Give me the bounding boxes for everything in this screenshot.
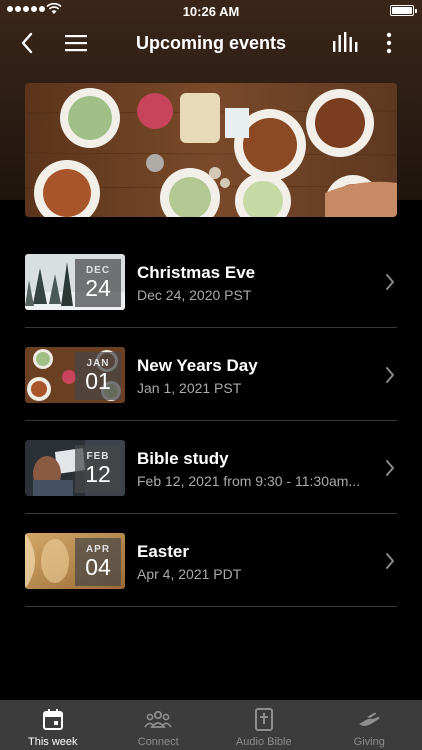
- battery-icon: [390, 5, 417, 16]
- event-thumbnail: FEB 12: [25, 440, 125, 496]
- more-vertical-icon[interactable]: [384, 31, 394, 55]
- date-badge: APR 04: [75, 538, 121, 586]
- date-badge: DEC 24: [75, 259, 121, 307]
- event-date: Dec 24, 2020 PST: [137, 287, 252, 303]
- navigation-bar: Upcoming events: [0, 22, 422, 64]
- event-thumbnail: APR 04: [25, 533, 125, 589]
- date-badge: JAN 01: [75, 352, 121, 400]
- tab-label: This week: [27, 736, 78, 748]
- tab-bar: This week Connect Audio Bible Giving: [0, 700, 422, 750]
- giving-hand-icon: [359, 712, 380, 726]
- tab-audio-bible[interactable]: Audio Bible: [211, 700, 317, 750]
- event-row-easter[interactable]: APR 04 Easter Apr 4, 2021 PDT: [25, 514, 397, 607]
- event-date: Jan 1, 2021 PST: [137, 380, 242, 396]
- event-date: Feb 12, 2021 from 9:30 - 11:30am...: [137, 473, 361, 489]
- event-date: Apr 4, 2021 PDT: [137, 566, 242, 582]
- tab-this-week[interactable]: This week: [0, 700, 106, 750]
- event-row-christmas-eve[interactable]: DEC 24 Christmas Eve Dec 24, 2020 PST: [25, 235, 397, 328]
- tab-connect[interactable]: Connect: [106, 700, 212, 750]
- event-row-bible-study[interactable]: FEB 12 Bible study Feb 12, 2021 from 9:3…: [25, 421, 397, 514]
- hero-image: [25, 83, 397, 217]
- event-title: Easter: [137, 542, 189, 561]
- event-title: New Years Day: [137, 356, 258, 375]
- chevron-right-icon: [386, 553, 394, 569]
- status-bar: 10:26 AM: [0, 0, 422, 22]
- status-time: 10:26 AM: [182, 4, 240, 19]
- people-icon: [144, 710, 172, 728]
- event-title: Bible study: [137, 449, 229, 468]
- event-thumbnail: DEC 24: [25, 254, 125, 310]
- bible-icon: [254, 708, 273, 731]
- tab-label: Audio Bible: [235, 736, 292, 748]
- audio-bars-icon[interactable]: [332, 32, 358, 54]
- event-title: Christmas Eve: [137, 263, 256, 282]
- event-row-new-years-day[interactable]: JAN 01 New Years Day Jan 1, 2021 PST: [25, 328, 397, 421]
- chevron-right-icon: [386, 367, 394, 383]
- page-title: Upcoming events: [135, 33, 287, 53]
- date-badge: FEB 12: [75, 445, 121, 493]
- calendar-icon: [42, 709, 63, 730]
- event-thumbnail: JAN 01: [25, 347, 125, 403]
- tab-label: Giving: [353, 736, 385, 748]
- events-list: DEC 24 Christmas Eve Dec 24, 2020 PST JA…: [25, 235, 397, 607]
- chevron-right-icon: [386, 274, 394, 290]
- chevron-right-icon: [386, 460, 394, 476]
- tab-giving[interactable]: Giving: [317, 700, 422, 750]
- tab-label: Connect: [137, 736, 179, 748]
